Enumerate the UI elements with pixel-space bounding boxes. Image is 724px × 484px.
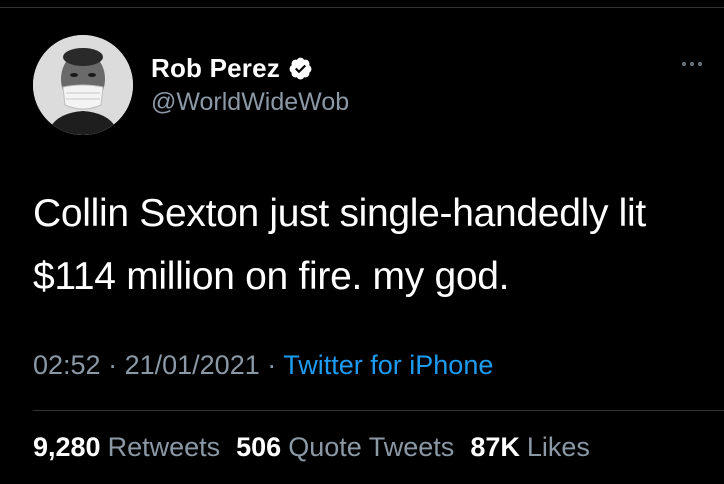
meta-separator: · — [108, 350, 125, 380]
retweets-label: Retweets — [107, 432, 221, 462]
more-dot — [690, 62, 694, 66]
quote-tweets-count: 506 — [236, 432, 282, 462]
tweet-source-link[interactable]: Twitter for iPhone — [283, 350, 493, 380]
avatar[interactable] — [33, 35, 133, 135]
author-name-row[interactable]: Rob Perez — [151, 52, 313, 84]
more-dot — [698, 62, 702, 66]
quote-tweets-stat[interactable]: 506 Quote Tweets — [236, 432, 454, 463]
likes-label: Likes — [526, 432, 590, 462]
tweet-time[interactable]: 02:52 — [33, 350, 101, 380]
avatar-image — [33, 35, 133, 135]
retweets-count: 9,280 — [33, 432, 101, 462]
more-options-icon[interactable] — [674, 54, 710, 74]
more-dot — [682, 62, 686, 66]
meta-separator: · — [267, 350, 284, 380]
retweets-stat[interactable]: 9,280 Retweets — [33, 432, 220, 463]
top-divider — [0, 7, 724, 8]
likes-count: 87K — [470, 432, 520, 462]
likes-stat[interactable]: 87K Likes — [470, 432, 590, 463]
tweet-date[interactable]: 21/01/2021 — [125, 350, 260, 380]
author-display-name[interactable]: Rob Perez — [151, 53, 280, 84]
verified-badge-icon — [288, 56, 313, 81]
tweet-stats: 9,280 Retweets 506 Quote Tweets 87K Like… — [33, 432, 606, 463]
stats-divider — [33, 410, 724, 411]
quote-tweets-label: Quote Tweets — [288, 432, 455, 462]
author-handle[interactable]: @WorldWideWob — [151, 88, 349, 117]
tweet-text: Collin Sexton just single-handedly lit $… — [33, 192, 646, 298]
tweet-meta: 02:52 · 21/01/2021 · Twitter for iPhone — [33, 350, 493, 381]
